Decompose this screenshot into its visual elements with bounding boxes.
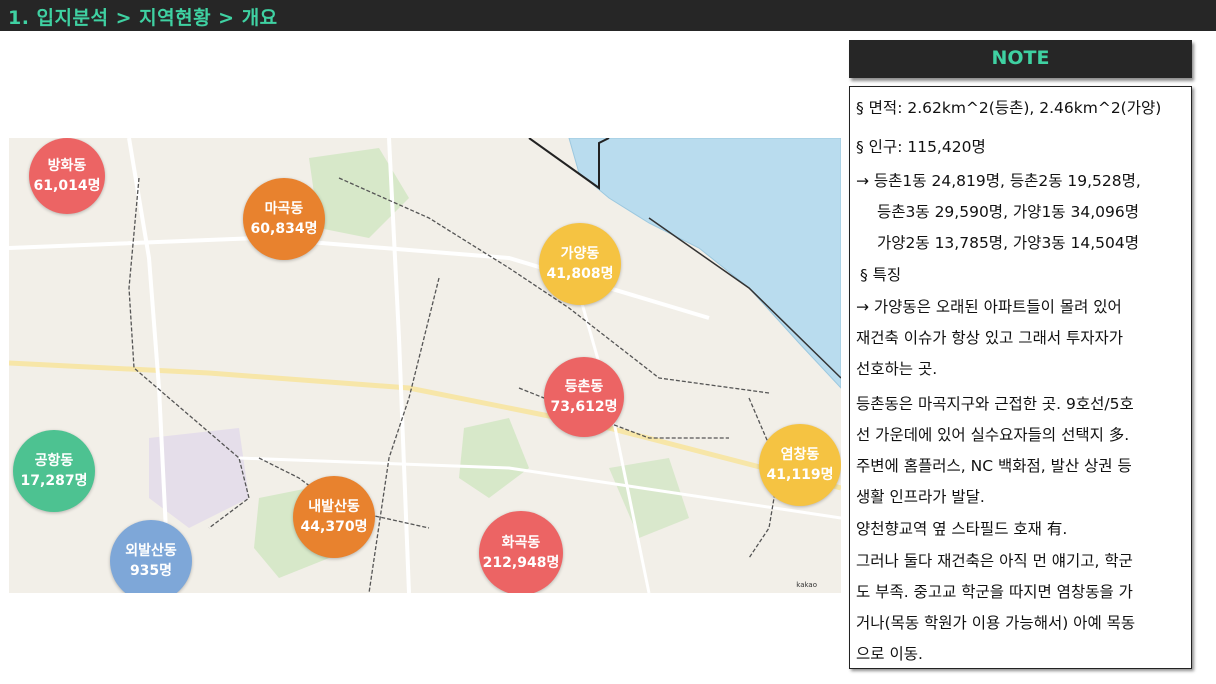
district-name: 외발산동 <box>125 543 177 559</box>
district-name: 화곡동 <box>501 535 541 551</box>
note-line: 등촌동은 마곡지구와 근접한 곳. 9호선/5호 <box>856 395 1134 413</box>
note-line: 으로 이동. <box>856 645 923 663</box>
note-line: 가양2동 13,785명, 가양3동 14,504명 <box>877 234 1139 252</box>
map-attribution: kakao <box>796 581 817 589</box>
district-marker-naebalsan[interactable]: 내발산동 44,370명 <box>293 476 375 558</box>
note-line: 그러나 둘다 재건축은 아직 먼 얘기고, 학군 <box>856 552 1133 570</box>
district-population: 212,948명 <box>482 555 560 571</box>
note-line: → 가양동은 오래된 아파트들이 몰려 있어 <box>856 298 1122 316</box>
district-marker-magok[interactable]: 마곡동 60,834명 <box>243 178 325 260</box>
note-line: 선호하는 곳. <box>856 360 938 378</box>
district-name: 등촌동 <box>564 379 604 395</box>
district-population: 60,834명 <box>250 221 318 237</box>
district-map[interactable]: 방화동 61,014명 마곡동 60,834명 가양동 41,808명 등촌동 … <box>9 138 841 593</box>
note-population: § 인구: 115,420명 <box>856 138 986 156</box>
park-area <box>459 418 529 498</box>
district-marker-deungchon[interactable]: 등촌동 73,612명 <box>544 357 624 437</box>
note-line: 양천향교역 옆 스타필드 호재 有. <box>856 520 1068 538</box>
note-line: 주변에 홈플러스, NC 백화점, 발산 상권 등 <box>856 457 1132 475</box>
note-line: 등촌3동 29,590명, 가양1동 34,096명 <box>877 203 1139 221</box>
district-population: 41,808명 <box>546 266 614 282</box>
district-marker-banghwa[interactable]: 방화동 61,014명 <box>29 138 105 214</box>
note-line: 재건축 이슈가 항상 있고 그래서 투자자가 <box>856 329 1124 347</box>
district-marker-oebalsan[interactable]: 외발산동 935명 <box>110 520 192 593</box>
note-box: § 면적: 2.62km^2(등촌), 2.46km^2(가양) § 인구: 1… <box>849 86 1192 669</box>
district-marker-gayang[interactable]: 가양동 41,808명 <box>539 223 621 305</box>
district-marker-gonghang[interactable]: 공항동 17,287명 <box>13 430 95 512</box>
district-name: 염창동 <box>780 447 820 463</box>
district-population: 17,287명 <box>20 473 88 489</box>
district-name: 내발산동 <box>308 499 360 515</box>
district-population: 73,612명 <box>550 399 618 415</box>
note-line: 도 부족. 중고교 학군을 따지면 염창동을 가 <box>856 583 1133 601</box>
district-marker-yeomchang[interactable]: 염창동 41,119명 <box>759 424 841 506</box>
main-road <box>9 360 841 491</box>
note-line: 거나(목동 학원가 이용 가능해서) 아예 목동 <box>856 614 1136 632</box>
district-marker-hwagok[interactable]: 화곡동 212,948명 <box>479 511 563 593</box>
note-line: 생활 인프라가 발달. <box>856 488 985 506</box>
note-features-heading: § 특징 <box>860 266 902 284</box>
header-bar: 1. 입지분석 > 지역현황 > 개요 <box>0 0 1216 31</box>
note-line: → 등촌1동 24,819명, 등촌2동 19,528명, <box>856 172 1141 190</box>
district-name: 방화동 <box>47 158 87 174</box>
district-name: 가양동 <box>560 246 600 262</box>
district-population: 61,014명 <box>33 178 101 194</box>
note-area: § 면적: 2.62km^2(등촌), 2.46km^2(가양) <box>856 99 1162 117</box>
page-title: 1. 입지분석 > 지역현황 > 개요 <box>8 7 278 29</box>
district-population: 41,119명 <box>766 467 834 483</box>
note-header: NOTE <box>849 40 1192 78</box>
district-name: 마곡동 <box>264 201 304 217</box>
park-area <box>609 458 689 538</box>
district-population: 44,370명 <box>300 519 368 535</box>
district-population: 935명 <box>129 563 173 579</box>
district-name: 공항동 <box>34 453 74 469</box>
note-title: NOTE <box>991 47 1050 69</box>
note-line: 선 가운데에 있어 실수요자들의 선택지 多. <box>856 426 1130 444</box>
